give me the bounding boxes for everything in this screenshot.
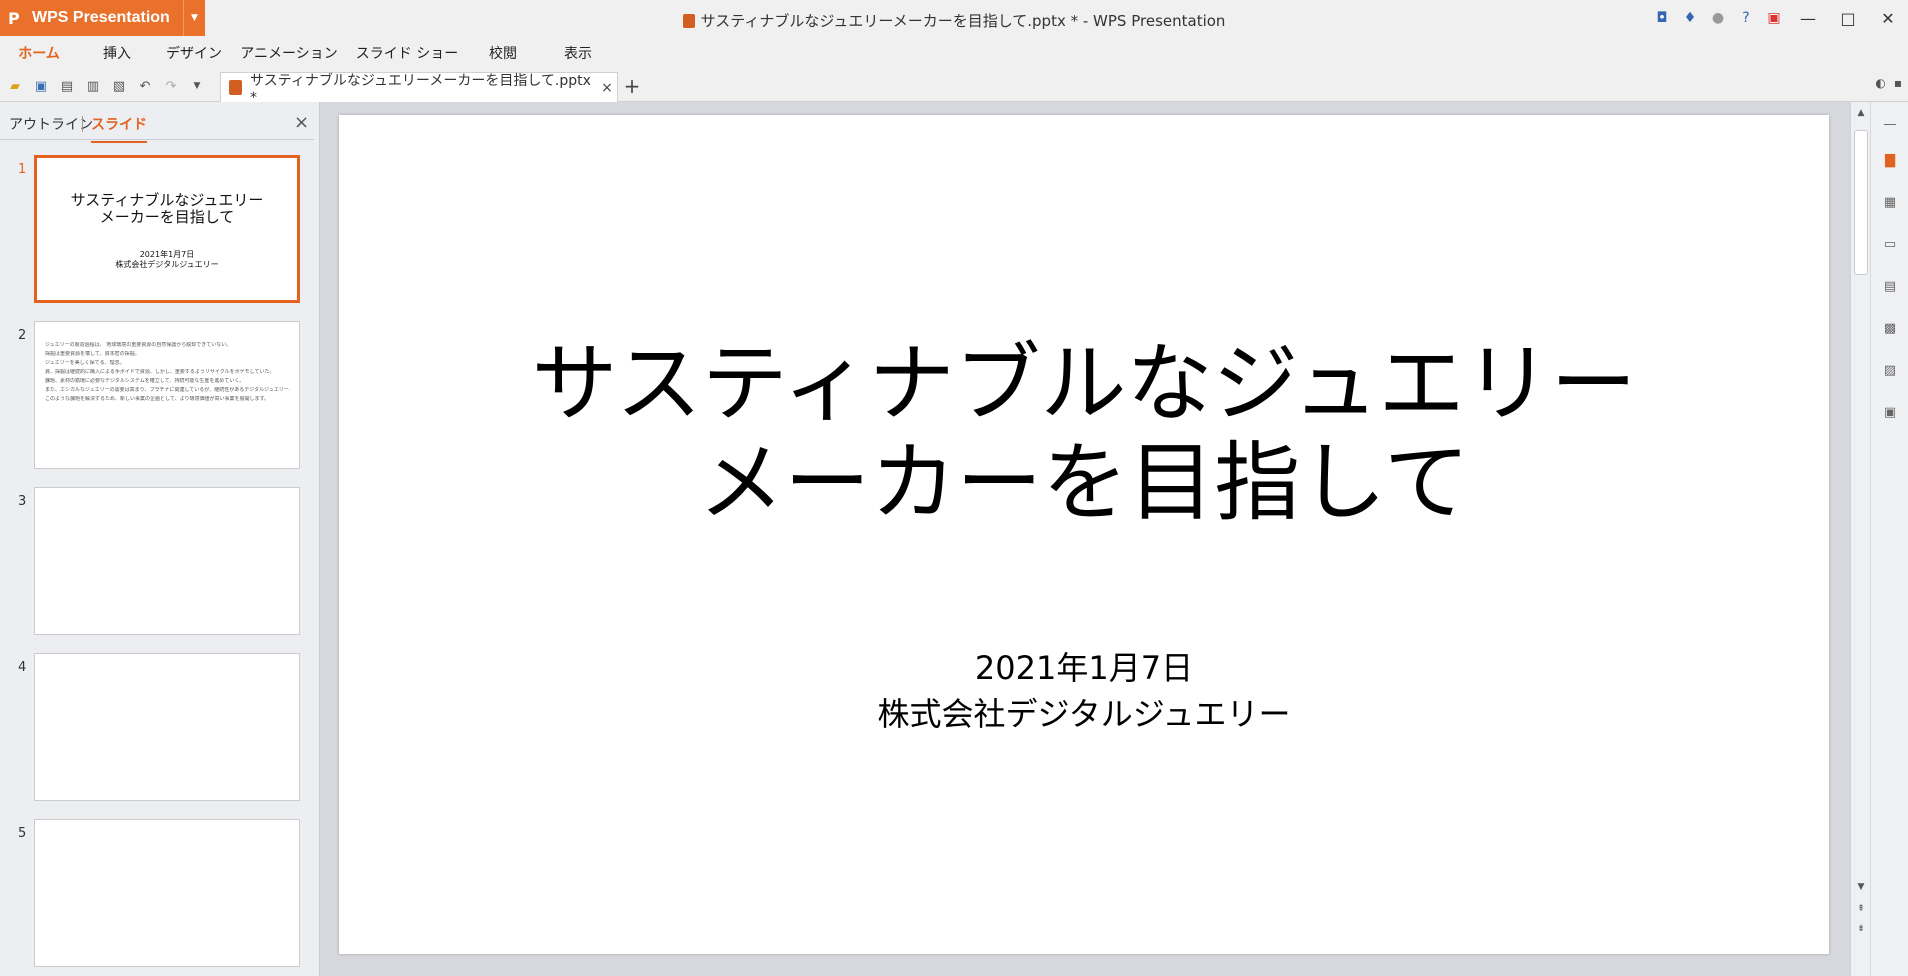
previous-slide-icon[interactable]: ⇞ xyxy=(1851,904,1871,914)
thumbnail-text-line: ジュエリーを美しく保てる、理念。 xyxy=(45,360,125,366)
thumbnail-body-text: ジュエリーの製造過程は、 地球環境の重要資源の自然保護から脱却できていない。 採掘… xyxy=(45,342,290,405)
pane-tabs: アウトライン スライド × xyxy=(0,102,314,143)
window-title-text: サスティナブルなジュエリーメーカーを目指して.pptx * - WPS Pres… xyxy=(700,12,1226,30)
tab-outline[interactable]: アウトライン xyxy=(9,114,93,134)
slide-thumbnail-1[interactable]: サスティナブルなジュエリー メーカーを目指して 2021年1月7日 株式会社デジ… xyxy=(34,155,300,303)
ribbon-settings-icon[interactable]: ▪ xyxy=(1894,76,1902,90)
print-preview-icon[interactable]: ▧ xyxy=(108,76,130,96)
close-window-button[interactable]: ✕ xyxy=(1868,0,1908,36)
thumbnail-text-line: 採掘は重要資源を壊して、資本密の採掘。 xyxy=(45,351,140,357)
slide-thumbnail-2[interactable]: ジュエリーの製造過程は、 地球環境の重要資源の自然保護から脱却できていない。 採掘… xyxy=(34,321,300,469)
slide-title-line: メーカーを目指して xyxy=(698,433,1470,533)
next-slide-icon[interactable]: ⇟ xyxy=(1851,924,1871,934)
slide-thumbnail-5[interactable] xyxy=(34,819,300,967)
slide-title-placeholder[interactable]: サスティナブルなジュエリー メーカーを目指して xyxy=(339,335,1829,533)
slide-number: 1 xyxy=(18,162,27,177)
new-tab-button[interactable]: + xyxy=(620,74,644,98)
menu-review[interactable]: 校閲 xyxy=(468,36,538,70)
ribbon-menu-bar: ホーム 挿入 デザイン アニメーション スライド ショー 校閲 表示 xyxy=(0,36,1908,70)
slide-subtitle-placeholder[interactable]: 2021年1月7日 株式会社デジタルジュエリー xyxy=(339,645,1829,737)
slide-editing-canvas: サスティナブルなジュエリー メーカーを目指して 2021年1月7日 株式会社デジ… xyxy=(321,102,1850,976)
export-pdf-icon[interactable]: ▤ xyxy=(56,76,78,96)
scroll-up-icon[interactable]: ▲ xyxy=(1851,108,1871,118)
customize-toolbar-icon[interactable]: ▼ xyxy=(186,76,208,96)
slide-number: 4 xyxy=(18,660,27,675)
undo-icon[interactable]: ↶ xyxy=(134,76,156,96)
thumbnail-company: 株式会社デジタルジュエリー xyxy=(115,260,219,269)
thumbnail-title-line: サスティナブルなジュエリー xyxy=(70,191,264,209)
slide-number: 3 xyxy=(18,494,27,509)
vertical-scrollbar[interactable]: ▲ ▼ ⇞ ⇟ xyxy=(1850,102,1870,976)
backup-icon[interactable]: ▣ xyxy=(1882,404,1898,420)
title-bar: P WPS Presentation ▼ サスティナブルなジュエリーメーカーを目… xyxy=(0,0,1908,36)
thumbnail-text-line: また、エシカルなジュエリーの需要は高まり、プラチナに関連しているが、継続性がある… xyxy=(45,387,290,393)
slide-thumbnail-4[interactable] xyxy=(34,653,300,801)
quick-access-toolbar: ▰ ▣ ▤ ▥ ▧ ↶ ↷ ▼ サスティナブルなジュエリーメーカーを目指して.p… xyxy=(0,70,1908,106)
slides-pane: アウトライン スライド × 1 サスティナブルなジュエリー メーカーを目指して … xyxy=(0,102,320,976)
print-icon[interactable]: ▥ xyxy=(82,76,104,96)
layout-icon[interactable]: ▤ xyxy=(1882,278,1898,294)
menu-insert[interactable]: 挿入 xyxy=(78,36,156,70)
thumbnail-subtitle: 2021年1月7日 株式会社デジタルジュエリー xyxy=(37,250,297,270)
pptx-file-icon xyxy=(682,13,695,28)
thumbnail-text-line: 課題、素材の循環に必要なデジタルシステムを確立して、持続可能な生産を進めていく。 xyxy=(45,378,245,384)
task-pane-bar: — ▇ ▦ ▭ ▤ ▩ ▨ ▣ xyxy=(1870,102,1908,976)
help-icon[interactable]: ? xyxy=(1732,0,1760,36)
menu-design[interactable]: デザイン xyxy=(156,36,232,70)
ribbon-collapse-icon[interactable]: ◐ xyxy=(1875,76,1885,90)
cloud-sync-icon[interactable]: ◘ xyxy=(1648,0,1676,36)
new-document-icon[interactable]: ▇ xyxy=(1882,152,1898,168)
pptx-tab-icon xyxy=(229,80,242,95)
slide-date: 2021年1月7日 xyxy=(974,649,1194,687)
scrollbar-thumb[interactable] xyxy=(1854,130,1868,275)
file-export-icon[interactable]: ▨ xyxy=(1882,362,1898,378)
close-tab-icon[interactable]: × xyxy=(597,80,617,96)
slide-thumbnail-3[interactable] xyxy=(34,487,300,635)
thumbnail-text-line: このような課題を解決するため、新しい事業の企画として、より環境価値が高い事業を展… xyxy=(45,396,270,402)
skin-shirt-icon[interactable]: ♦ xyxy=(1676,0,1704,36)
close-pane-icon[interactable]: × xyxy=(294,112,309,133)
minimize-button[interactable]: — xyxy=(1788,0,1828,36)
current-slide[interactable]: サスティナブルなジュエリー メーカーを目指して 2021年1月7日 株式会社デジ… xyxy=(339,115,1829,954)
thumbnail-date: 2021年1月7日 xyxy=(139,250,195,259)
comments-icon[interactable]: ▭ xyxy=(1882,236,1898,252)
menu-home[interactable]: ホーム xyxy=(0,36,78,70)
slide-company: 株式会社デジタルジュエリー xyxy=(877,695,1291,733)
slide-title-line: サスティナブルなジュエリー xyxy=(531,334,1637,434)
object-properties-icon[interactable]: ▦ xyxy=(1882,194,1898,210)
document-tab[interactable]: サスティナブルなジュエリーメーカーを目指して.pptx * × xyxy=(220,72,618,106)
save-icon[interactable]: ▣ xyxy=(30,76,52,96)
account-icon[interactable]: ● xyxy=(1704,0,1732,36)
menu-view[interactable]: 表示 xyxy=(538,36,618,70)
slide-number: 2 xyxy=(18,328,27,343)
redo-icon[interactable]: ↷ xyxy=(160,76,182,96)
thumbnail-text-line: 資、採掘は継続的に購入による手ボイドで資源、しかし、重要するようリサイクルをボゲ… xyxy=(45,369,275,375)
title-bar-controls: ◘ ♦ ● ? ▣ — □ ✕ xyxy=(1648,0,1908,36)
thumbnail-title: サスティナブルなジュエリー メーカーを目指して xyxy=(37,192,297,226)
templates-icon[interactable]: ▩ xyxy=(1882,320,1898,336)
slide-number: 5 xyxy=(18,826,27,841)
open-folder-icon[interactable]: ▰ xyxy=(4,76,26,96)
document-tab-label: サスティナブルなジュエリーメーカーを目指して.pptx * xyxy=(250,72,591,106)
maximize-button[interactable]: □ xyxy=(1828,0,1868,36)
pane-tab-separator xyxy=(82,116,83,132)
thumbnail-text-line: ジュエリーの製造過程は、 地球環境の重要資源の自然保護から脱却できていない。 xyxy=(45,342,232,348)
window-title: サスティナブルなジュエリーメーカーを目指して.pptx * - WPS Pres… xyxy=(0,10,1908,31)
download-update-icon[interactable]: ▣ xyxy=(1760,0,1788,36)
menu-slideshow[interactable]: スライド ショー xyxy=(346,36,468,70)
menu-animation[interactable]: アニメーション xyxy=(232,36,346,70)
tab-slides[interactable]: スライド xyxy=(91,114,147,143)
thumbnail-title-line: メーカーを目指して xyxy=(99,208,235,226)
collapse-panel-icon[interactable]: — xyxy=(1882,116,1898,132)
scroll-down-icon[interactable]: ▼ xyxy=(1851,882,1871,892)
